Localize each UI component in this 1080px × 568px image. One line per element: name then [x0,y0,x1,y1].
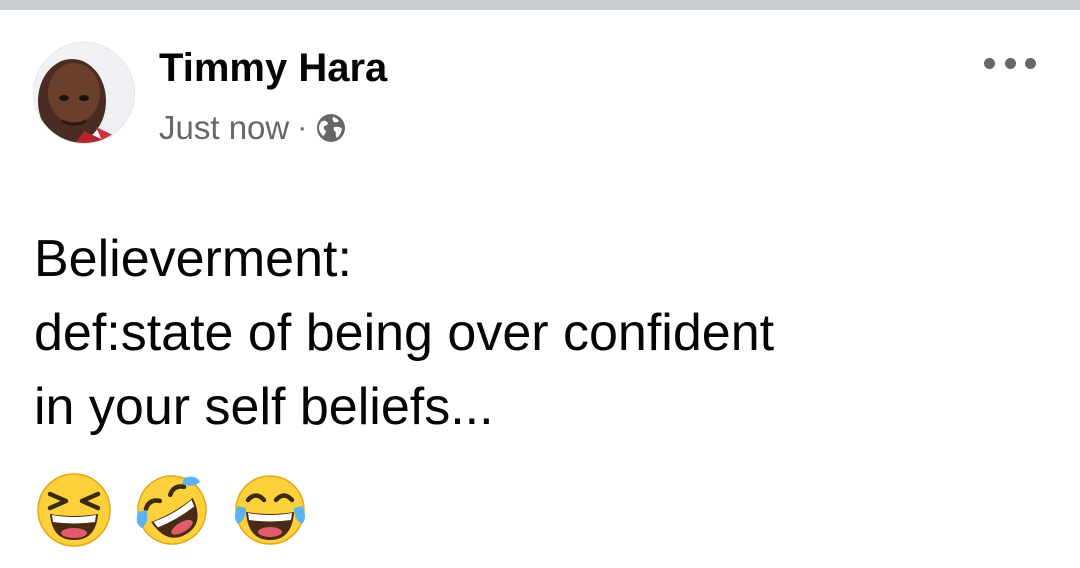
meta-separator: · [297,111,308,144]
more-dot [1004,57,1016,69]
more-dot [984,57,995,69]
avatar[interactable] [33,42,135,144]
rolling-on-floor-laughing-emoji [134,472,210,548]
post-text-line: Believerment: [34,230,352,288]
timestamp[interactable]: Just now [159,109,289,147]
post-text-line: def:state of being over confident [34,304,775,362]
tears-of-joy-emoji [232,472,308,548]
post-card: Timmy Hara Just now · Believerment: def:… [0,0,1080,568]
post-text-line: in your self beliefs... [34,378,494,436]
more-options-icon[interactable] [984,46,1036,80]
author-name[interactable]: Timmy Hara [159,42,387,94]
emoji-row [36,472,330,548]
more-dot [1025,57,1036,69]
post-text: Believerment: def:state of being over co… [34,222,1064,444]
globe-icon[interactable] [315,112,347,144]
avatar-photo [34,43,134,143]
top-divider [0,0,1080,10]
post-meta: Just now · [159,104,347,152]
laughing-squint-emoji [36,472,112,548]
